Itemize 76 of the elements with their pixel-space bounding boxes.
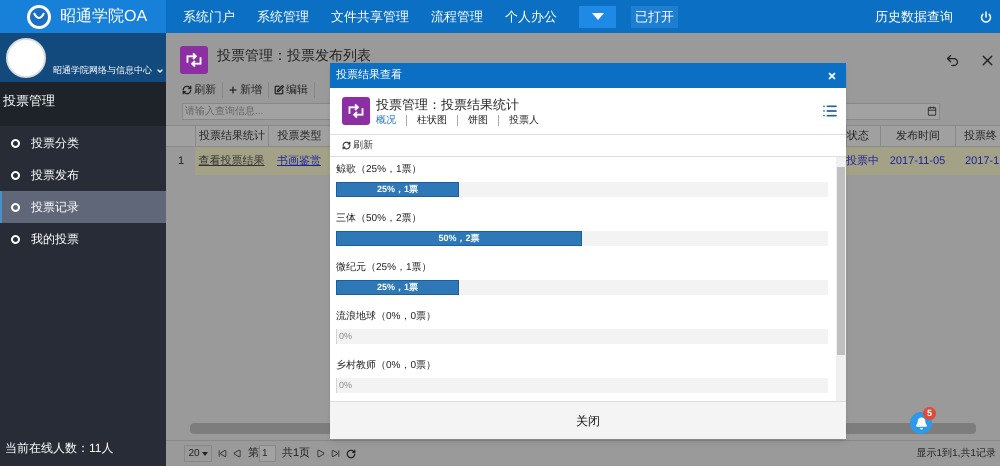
bell-icon [914,416,928,430]
page-size-select[interactable]: 20 [184,445,212,462]
menu-item[interactable]: 投票分类 [0,127,166,159]
nav-dropdown-button[interactable] [579,6,616,28]
option-label: 流浪地球（0%，0票） [336,310,438,324]
refresh-button[interactable]: 刷新 [342,138,373,153]
last-page-icon[interactable] [331,449,340,458]
menu-item[interactable]: 投票记录 [0,191,166,223]
tab[interactable]: 投票人 [498,114,539,126]
list-icon[interactable] [822,103,838,119]
calendar-icon [927,106,937,116]
department-name: 昭通学院网络与信息中心 [53,64,152,77]
toolbar-button[interactable]: 编辑 [274,82,315,98]
nav-link[interactable]: 个人办公 [505,6,557,26]
dialog-heading: 投票管理：投票结果统计 [376,96,520,112]
nav-link[interactable]: 系统门户 [183,6,235,26]
caret-icon [202,452,208,456]
column-header: 发布时间 [880,126,955,146]
online-count: 当前在线人数：11人 [4,440,114,457]
logo-icon [26,4,52,30]
table-cell-text: 投票中 [846,154,880,169]
page-field[interactable]: 1 [259,445,276,462]
tab[interactable]: 概况 [376,114,396,126]
history-link[interactable]: 历史数据查询 [875,6,953,26]
logo-text: 昭通学院OA [60,6,148,26]
progress-text: 50%，2票 [437,232,481,245]
table-cell-text: 2017-1 [964,154,1000,169]
toolbar-button[interactable]: 刷新 [182,82,223,98]
progress-text: 25%，1票 [376,183,420,196]
refresh-icon [182,85,192,95]
notification-badge: 5 [923,407,936,420]
column-header: 投票结果统计 [195,126,268,146]
refresh-icon[interactable] [346,448,356,458]
edit-icon [274,85,284,95]
toolbar-button[interactable]: 新增 [228,82,269,98]
caret-icon[interactable] [156,67,164,75]
option-label: 微纪元（25%，1票） [336,261,433,275]
page-title: 投票管理：投票发布列表 [217,46,371,64]
progress-text: 0% [339,330,352,343]
app-icon [180,46,208,74]
row-number: 1 [166,147,195,175]
menu-item[interactable]: 我的投票 [0,223,166,255]
option-label: 鲸歌（25%，1票） [336,162,423,177]
progress-text: 25%，1票 [376,281,420,294]
page-total: 共1页 [282,446,310,462]
app-icon [342,97,370,125]
refresh-icon [342,141,351,150]
column-header: 投票终 [955,126,1000,146]
tab[interactable]: 柱状图 [406,114,447,126]
power-icon[interactable] [980,10,992,22]
progress-text: 0% [339,379,352,392]
table-cell-text: 2017-11-05 [888,154,946,169]
next-page-icon[interactable] [316,449,326,458]
nav-link[interactable]: 文件共享管理 [331,6,409,26]
close-icon[interactable] [827,70,837,80]
section-header: 投票管理 [0,82,166,126]
table-link[interactable]: 书画鉴赏 [268,152,330,170]
option-label: 乡村教师（0%，0票） [336,358,438,373]
nav-link[interactable]: 系统管理 [257,6,309,26]
option-label: 三体（50%，2票） [336,212,423,226]
tab[interactable]: 饼图 [457,114,488,126]
close-button[interactable]: 关闭 [570,412,606,430]
menu-item[interactable]: 投票发布 [0,159,166,191]
avatar [6,38,46,78]
plus-icon [228,85,238,95]
page-label: 第 [248,446,259,462]
nav-tab[interactable]: 已打开 [631,6,678,28]
nav-link[interactable]: 流程管理 [431,6,483,26]
record-summary: 显示1到1,共1记录 [916,446,996,461]
first-page-icon[interactable] [218,449,227,458]
undo-icon[interactable] [945,52,960,68]
vertical-scrollbar[interactable] [836,157,846,401]
prev-page-icon[interactable] [233,449,242,458]
table-link[interactable]: 查看投票结果 [195,152,268,170]
dialog-title: 投票结果查看 [336,68,402,84]
caret-icon [592,13,604,20]
